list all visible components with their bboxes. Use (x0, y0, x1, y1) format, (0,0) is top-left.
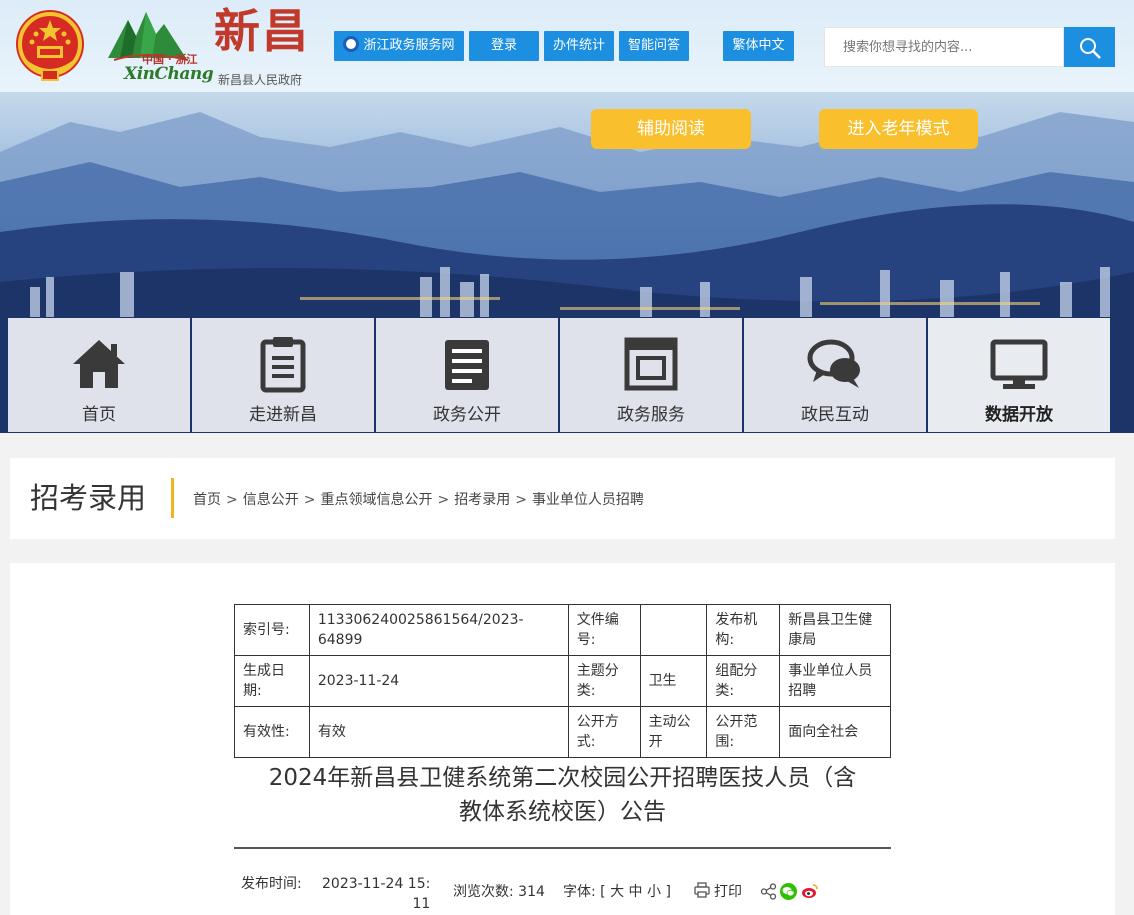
top-header: 中国 · 浙江 XinChang 新昌 新昌县人民政府 浙江政务服务网 登录 办… (0, 0, 1134, 92)
docno-label: 文件编号: (567, 604, 641, 656)
breadcrumb: 首页 > 信息公开 > 重点领域信息公开 > 招考录用 > 事业单位人员招聘 (193, 492, 644, 508)
search-input[interactable] (824, 27, 1064, 67)
service-frame-icon (624, 337, 678, 391)
breadcrumb-info-public[interactable]: 信息公开 (243, 492, 299, 508)
validity-label: 有效性: (234, 706, 310, 758)
document-icon (445, 340, 489, 390)
logo-english-text: XinChang (124, 64, 214, 84)
title-divider-line (234, 847, 891, 849)
nav-label: 首页 (82, 405, 116, 425)
article-title-line1: 2024年新昌县卫健系统第二次校园公开招聘医技人员（含 (268, 765, 857, 791)
nav-label: 数据开放 (985, 405, 1053, 425)
metadata-table: 索引号: 113306240025861564/2023-64899 文件编号:… (234, 604, 891, 758)
stats-link[interactable]: 办件统计 (544, 31, 614, 61)
method-value: 主动公开 (639, 706, 708, 758)
index-label: 索引号: (234, 604, 310, 656)
nav-label: 政务公开 (433, 405, 501, 425)
article-title-line2: 教体系统校医）公告 (459, 799, 666, 825)
breadcrumb-recruitment[interactable]: 招考录用 (454, 492, 510, 508)
clipboard-icon (260, 337, 306, 393)
breadcrumb-bar: 招考录用 首页 > 信息公开 > 重点领域信息公开 > 招考录用 > 事业单位人员招聘 (10, 458, 1115, 539)
home-icon (73, 340, 125, 388)
nav-item-home[interactable]: 首页 (8, 318, 190, 432)
validity-value: 有效 (308, 706, 569, 758)
scope-value: 面向全社会 (779, 706, 891, 758)
logo-subtitle: 新昌县人民政府 (218, 73, 303, 87)
main-nav: 首页 走进新昌 政务公开 政务服务 政民互动 数据开放 (8, 318, 1112, 432)
hero-banner: 辅助阅读 进入老年模式 首页 走进新昌 政务公开 政务服务 政民互动 数据开放 (0, 92, 1134, 433)
nav-label: 政务服务 (617, 405, 685, 425)
nav-item-open-data[interactable]: 数据开放 (928, 318, 1110, 432)
method-label: 公开方式: (567, 706, 641, 758)
traditional-chinese-link[interactable]: 繁体中文 (723, 31, 794, 61)
group-value: 事业单位人员招聘 (779, 655, 891, 707)
logo-title[interactable]: 新昌 (214, 4, 310, 59)
section-title: 招考录用 (30, 481, 147, 515)
date-label: 生成日期: (234, 655, 310, 707)
publish-time-line1: 2023-11-24 15: (322, 876, 431, 892)
group-label: 组配分类: (706, 655, 781, 707)
docno-value (639, 604, 708, 656)
national-emblem-icon (16, 10, 84, 81)
title-divider (171, 478, 174, 518)
topic-value: 卫生 (639, 655, 708, 707)
publish-time: 2023-11-24 15: 11 (322, 874, 430, 914)
nav-item-about[interactable]: 走进新昌 (192, 318, 374, 432)
breadcrumb-institution-hiring[interactable]: 事业单位人员招聘 (532, 492, 644, 508)
font-size-control: 字体: [ 大 中 小 ] (563, 884, 671, 900)
date-value: 2023-11-24 (308, 655, 569, 707)
nav-item-gov-service[interactable]: 政务服务 (560, 318, 742, 432)
elder-mode-button[interactable]: 进入老年模式 (819, 109, 978, 149)
publish-time-line2: 11 (412, 896, 431, 912)
article-content: 索引号: 113306240025861564/2023-64899 文件编号:… (10, 563, 1115, 915)
scope-label: 公开范围: (706, 706, 781, 758)
search-icon (1080, 38, 1101, 59)
nav-label: 政民互动 (801, 405, 869, 425)
search-button[interactable] (1064, 27, 1115, 67)
weibo-icon[interactable] (801, 883, 818, 900)
publisher-label: 发布机构: (706, 604, 781, 656)
topic-label: 主题分类: (567, 655, 641, 707)
login-link[interactable]: 登录 (469, 31, 539, 61)
publish-label: 发布时间: (241, 876, 302, 892)
wechat-icon[interactable] (780, 883, 797, 900)
table-row: 生成日期: 2023-11-24 主题分类: 卫生 组配分类: 事业单位人员招聘 (234, 655, 891, 707)
nav-item-interaction[interactable]: 政民互动 (744, 318, 926, 432)
nav-item-gov-affairs[interactable]: 政务公开 (376, 318, 558, 432)
chat-bubbles-icon (807, 339, 860, 388)
index-value: 113306240025861564/2023-64899 (308, 604, 569, 656)
printer-icon (694, 882, 710, 898)
zhejiang-service-icon (343, 36, 360, 52)
assist-reading-button[interactable]: 辅助阅读 (591, 109, 751, 149)
font-medium-button[interactable]: 中 (629, 884, 643, 900)
table-row: 有效性: 有效 公开方式: 主动公开 公开范围: 面向全社会 (234, 706, 891, 758)
print-button[interactable]: 打印 (694, 882, 742, 902)
font-big-button[interactable]: 大 (610, 884, 624, 900)
breadcrumb-key-areas[interactable]: 重点领域信息公开 (320, 492, 432, 508)
font-small-button[interactable]: 小 (647, 884, 661, 900)
table-row: 索引号: 113306240025861564/2023-64899 文件编号:… (234, 604, 891, 656)
share-icon[interactable] (760, 883, 777, 900)
qa-link[interactable]: 智能问答 (619, 31, 689, 61)
zhejiang-service-link[interactable]: 浙江政务服务网 (334, 31, 464, 61)
publisher-value: 新昌县卫生健康局 (779, 604, 891, 656)
view-count: 浏览次数: 314 (453, 884, 545, 900)
monitor-icon (990, 339, 1048, 389)
breadcrumb-home[interactable]: 首页 (193, 492, 221, 508)
article-title: 2024年新昌县卫健系统第二次校园公开招聘医技人员（含 教体系统校医）公告 (234, 761, 891, 829)
nav-label: 走进新昌 (249, 405, 317, 425)
